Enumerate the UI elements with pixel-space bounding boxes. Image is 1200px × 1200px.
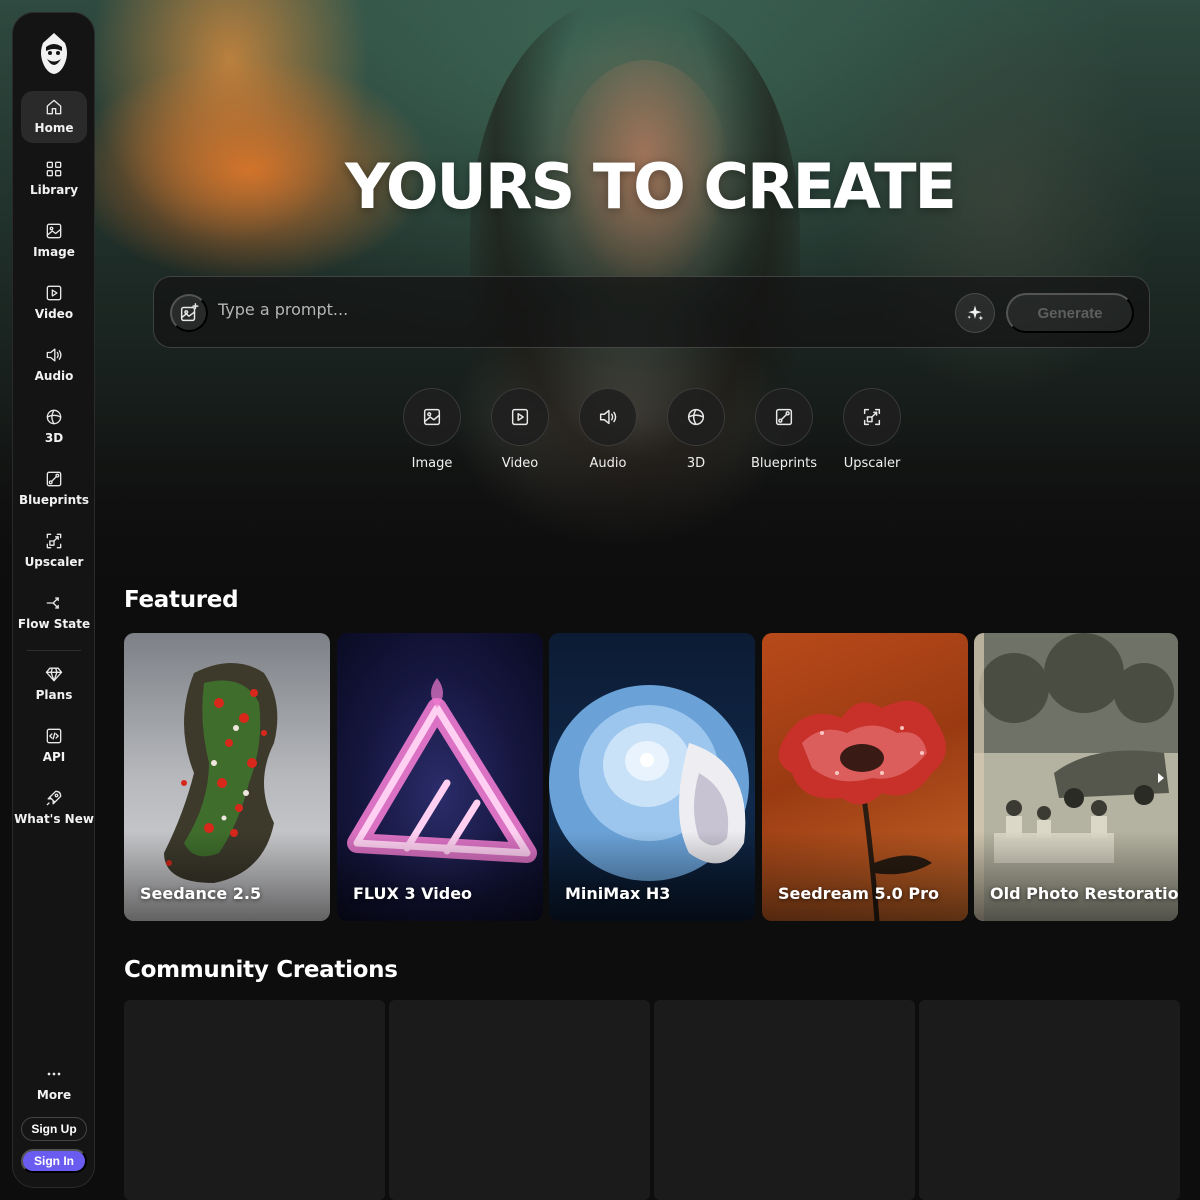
image-icon [423, 408, 441, 426]
sidebar-item-image[interactable]: Image [21, 215, 87, 267]
video-icon [511, 408, 529, 426]
sidebar-item-flow-state[interactable]: Flow State [17, 587, 91, 639]
quick-tool-circle [403, 388, 461, 446]
sidebar-item-label: Audio [34, 369, 74, 383]
community-title: Community Creations [124, 957, 398, 983]
featured-card-label: Old Photo Restoration [990, 884, 1178, 903]
audio-icon [599, 409, 617, 425]
quick-tool-circle [491, 388, 549, 446]
sidebar-item-api[interactable]: API [21, 720, 87, 772]
featured-title: Featured [124, 587, 239, 613]
attach-image-button[interactable] [170, 294, 208, 332]
flow-state-icon [46, 597, 59, 609]
quick-tool-circle [843, 388, 901, 446]
prompt-bar: Generate [153, 276, 1150, 348]
sidebar-item-video[interactable]: Video [21, 277, 87, 329]
featured-card-label: Seedance 2.5 [140, 884, 262, 903]
logo-icon[interactable] [35, 31, 73, 75]
community-card[interactable] [124, 1000, 385, 1200]
quick-tool-blueprints[interactable]: Blueprints [744, 388, 824, 478]
hero-title: YOURS TO CREATE [345, 150, 957, 223]
sidebar-item-label: API [42, 750, 66, 764]
audio-icon [46, 348, 62, 362]
enhance-prompt-button[interactable] [955, 293, 995, 333]
sidebar-item-label: Flow State [17, 617, 91, 631]
quick-tool-label: Audio [589, 456, 627, 471]
quick-tool-upscaler[interactable]: Upscaler [832, 388, 912, 478]
quick-tool-3d[interactable]: 3D [656, 388, 736, 478]
sidebar-item-label: Plans [35, 688, 73, 702]
sidebar-item-blueprints[interactable]: Blueprints [19, 463, 89, 515]
prompt-input[interactable] [218, 295, 918, 323]
card-shade [337, 831, 543, 921]
sparkles-icon [967, 305, 984, 321]
sidebar-item-plans[interactable]: Plans [21, 658, 87, 710]
upscaler-icon [863, 408, 881, 426]
blueprints-icon [46, 471, 62, 487]
community-card[interactable] [654, 1000, 915, 1200]
quick-tool-video[interactable]: Video [480, 388, 560, 478]
quick-tool-circle [755, 388, 813, 446]
quick-tool-image[interactable]: Image [392, 388, 472, 478]
quick-tool-circle [579, 388, 637, 446]
quick-tool-label: Upscaler [843, 456, 901, 471]
sidebar-divider [27, 650, 81, 651]
image-icon [46, 223, 62, 239]
sidebar-item-label: 3D [44, 431, 64, 445]
upscaler-icon [46, 533, 62, 549]
quick-tool-label: 3D [686, 456, 706, 471]
image-add-icon [180, 303, 199, 322]
sidebar-item-label: Library [29, 183, 79, 197]
generate-button[interactable]: Generate [1006, 293, 1134, 333]
featured-card-flux-3-video[interactable]: FLUX 3 Video [337, 633, 543, 921]
community-card[interactable] [389, 1000, 650, 1200]
globe-icon [687, 408, 705, 426]
quick-tool-label: Image [411, 456, 453, 471]
card-shade [549, 831, 755, 921]
featured-card-label: Seedream 5.0 Pro [778, 884, 939, 903]
sidebar-item-label: What's New [14, 812, 94, 826]
more-icon [47, 1072, 61, 1076]
featured-card-old-photo-restoration[interactable]: Old Photo Restoration [974, 633, 1178, 921]
sidebar-item-label: Upscaler [24, 555, 84, 569]
card-shade [974, 831, 1178, 921]
sidebar-item-label: Image [33, 245, 75, 259]
quick-tool-circle [667, 388, 725, 446]
sidebar-item-upscaler[interactable]: Upscaler [21, 525, 87, 577]
sidebar-item-label: Home [34, 121, 74, 135]
blueprints-icon [775, 408, 793, 426]
featured-card-seedream-5[interactable]: Seedream 5.0 Pro [762, 633, 968, 921]
quick-tool-label: Video [501, 456, 539, 471]
featured-card-minimax-h3[interactable]: MiniMax H3 [549, 633, 755, 921]
sign-up-button[interactable]: Sign Up [21, 1117, 87, 1141]
sidebar-item-label: Blueprints [19, 493, 89, 507]
sidebar-item-home[interactable]: Home [21, 91, 87, 143]
library-icon [46, 161, 62, 177]
community-card[interactable] [919, 1000, 1180, 1200]
sidebar: Home Library Image Video Audio 3D Bluepr… [12, 12, 95, 1188]
quick-tool-label: Blueprints [750, 456, 818, 471]
sidebar-item-3d[interactable]: 3D [21, 401, 87, 453]
card-shade [124, 831, 330, 921]
featured-next-button[interactable] [1150, 765, 1172, 791]
code-icon [46, 728, 62, 744]
sidebar-item-whats-new[interactable]: What's New [14, 782, 94, 834]
card-shade [762, 831, 968, 921]
chevron-right-icon [1158, 773, 1164, 783]
sidebar-item-library[interactable]: Library [21, 153, 87, 205]
home-icon [46, 99, 62, 115]
quick-tool-audio[interactable]: Audio [568, 388, 648, 478]
featured-card-seedance[interactable]: Seedance 2.5 [124, 633, 330, 921]
rocket-icon [46, 790, 62, 806]
sidebar-item-label: Video [34, 307, 74, 321]
featured-card-label: FLUX 3 Video [353, 884, 473, 903]
sidebar-item-label: More [36, 1088, 72, 1102]
sign-in-button[interactable]: Sign In [21, 1149, 87, 1173]
diamond-icon [45, 667, 63, 682]
featured-card-label: MiniMax H3 [565, 884, 671, 903]
sidebar-item-more[interactable]: More [21, 1058, 87, 1110]
video-icon [46, 285, 62, 301]
sidebar-item-audio[interactable]: Audio [21, 339, 87, 391]
globe-icon [46, 409, 62, 425]
